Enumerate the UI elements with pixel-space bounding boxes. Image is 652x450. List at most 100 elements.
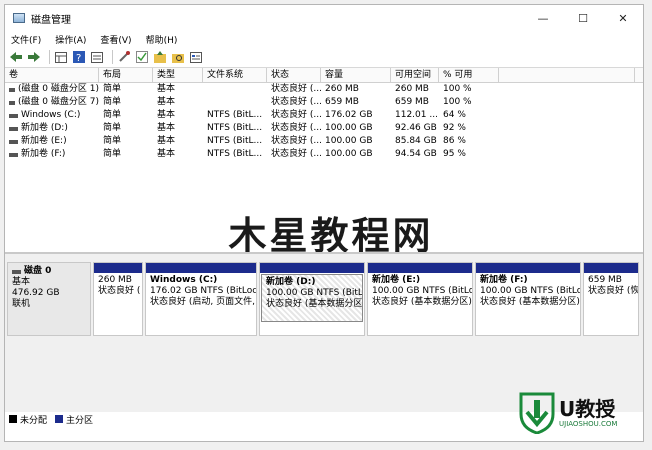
cell-free: 92.46 GB: [395, 123, 437, 133]
partition-bar: [260, 263, 364, 273]
column-capacity[interactable]: 容量: [321, 68, 391, 82]
partition-block[interactable]: Windows (C:) 176.02 GB NTFS (BitLocke 状态良好…: [145, 262, 257, 336]
cell-free: 85.84 GB: [395, 136, 437, 146]
partition-status: 状态良好 (基本数据分区): [372, 297, 472, 307]
partition-status: 状态良好 (基本数据分区): [266, 299, 363, 309]
column-filesystem[interactable]: 文件系统: [203, 68, 267, 82]
cell-layout: 简单: [103, 97, 122, 107]
cell-pct: 86 %: [443, 136, 466, 146]
table-row[interactable]: 新加卷 (F:) 简单 基本 NTFS (BitL... 状态良好 (... 100.00…: [5, 148, 643, 161]
toolbar: ?: [5, 47, 643, 68]
check-icon[interactable]: [135, 50, 149, 64]
folder-up-icon[interactable]: [153, 50, 167, 64]
cell-free: 94.54 GB: [395, 149, 437, 159]
cell-capacity: 100.00 GB: [325, 136, 373, 146]
volume-icon: [9, 126, 18, 131]
menu-action[interactable]: 操作(A): [55, 33, 86, 46]
partition-block[interactable]: 新加卷 (E:) 100.00 GB NTFS (BitLocl 状态良好 (基本数…: [367, 262, 473, 336]
cell-type: 基本: [157, 84, 176, 94]
connect-icon[interactable]: [117, 50, 131, 64]
legend-unallocated: 未分配: [9, 413, 47, 426]
column-status[interactable]: 状态: [267, 68, 321, 82]
disk-map: 磁盘 0 基本 476.92 GB 联机 260 MB 状态良好 (Windows…: [5, 252, 643, 426]
cell-vol: 新加卷 (F:): [5, 148, 99, 161]
partition-block[interactable]: 新加卷 (F:) 100.00 GB NTFS (BitLocl 状态良好 (基本数…: [475, 262, 581, 336]
forward-icon[interactable]: [27, 50, 41, 64]
column-blank: [499, 68, 635, 82]
column-layout[interactable]: 布局: [99, 68, 153, 82]
cell-type: 基本: [157, 123, 176, 133]
cell-status: 状态良好 (...: [271, 123, 321, 133]
cell-status: 状态良好 (...: [271, 149, 321, 159]
cell-fs: NTFS (BitL...: [207, 123, 263, 133]
window-title: 磁盘管理: [31, 14, 71, 26]
cell-capacity: 659 MB: [325, 97, 359, 107]
cell-capacity: 100.00 GB: [325, 123, 373, 133]
cell-pct: 100 %: [443, 84, 472, 94]
cell-type: 基本: [157, 97, 176, 107]
folder-search-icon[interactable]: [171, 50, 185, 64]
cell-fs: NTFS (BitL...: [207, 149, 263, 159]
cell-status: 状态良好 (...: [271, 136, 321, 146]
menu-bar: 文件(F) 操作(A) 查看(V) 帮助(H): [5, 31, 643, 47]
column-volume[interactable]: 卷: [5, 68, 99, 82]
partition-size: 176.02 GB NTFS (BitLocke: [150, 286, 256, 296]
legend-primary: 主分区: [55, 413, 93, 426]
table-row[interactable]: (磁盘 0 磁盘分区 7) 简单 基本 状态良好 (... 659 MB 659 MB 10…: [5, 96, 643, 109]
disk-type: 基本: [12, 277, 31, 287]
close-button[interactable]: ✕: [603, 5, 643, 31]
title-bar[interactable]: 磁盘管理 — ☐ ✕: [5, 5, 643, 31]
menu-view[interactable]: 查看(V): [100, 33, 131, 46]
cell-free: 659 MB: [395, 97, 429, 107]
column-free-space[interactable]: 可用空间: [391, 68, 439, 82]
minimize-button[interactable]: —: [523, 5, 563, 31]
grid-icon[interactable]: [54, 50, 68, 64]
cell-layout: 简单: [103, 84, 122, 94]
partition-block[interactable]: 260 MB 状态良好 (: [93, 262, 143, 336]
volume-icon: [9, 113, 18, 118]
menu-help[interactable]: 帮助(H): [146, 33, 178, 46]
volume-icon: [9, 139, 18, 144]
cell-pct: 100 %: [443, 97, 472, 107]
disk-size: 476.92 GB: [12, 288, 60, 298]
table-row[interactable]: 新加卷 (D:) 简单 基本 NTFS (BitL... 状态良好 (... 100.00…: [5, 122, 643, 135]
cell-fs: [203, 83, 267, 96]
cell-type: 基本: [157, 136, 176, 146]
table-row[interactable]: (磁盘 0 磁盘分区 1) 简单 基本 状态良好 (... 260 MB 260 MB 10…: [5, 83, 643, 96]
menu-file[interactable]: 文件(F): [11, 33, 41, 46]
cell-vol: (磁盘 0 磁盘分区 7): [5, 96, 99, 109]
partition-bar: [146, 263, 256, 273]
table-row[interactable]: Windows (C:) 简单 基本 NTFS (BitL... 状态良好 (... 17…: [5, 109, 643, 122]
maximize-button[interactable]: ☐: [563, 5, 603, 31]
column-type[interactable]: 类型: [153, 68, 203, 82]
cell-type: 基本: [157, 149, 176, 159]
cell-layout: 简单: [103, 149, 122, 159]
back-icon[interactable]: [9, 50, 23, 64]
partition-status: 状态良好 (基本数据分区): [480, 297, 580, 307]
legend: 未分配 主分区: [9, 412, 101, 426]
column-percent-free[interactable]: % 可用: [439, 68, 499, 82]
help-icon[interactable]: ?: [72, 50, 86, 64]
partition-bar: [94, 263, 142, 273]
cell-vol: Windows (C:): [5, 109, 99, 122]
properties-icon[interactable]: [189, 50, 203, 64]
cell-vol: 新加卷 (E:): [5, 135, 99, 148]
partition-size: 659 MB: [588, 275, 622, 285]
partition-block[interactable]: 新加卷 (D:)100.00 GB NTFS (BitLocl状态良好 (基本数…: [259, 262, 365, 336]
partition-name: 新加卷 (E:): [372, 275, 421, 285]
disk-label[interactable]: 磁盘 0 基本 476.92 GB 联机: [7, 262, 91, 336]
table-row[interactable]: 新加卷 (E:) 简单 基本 NTFS (BitL... 状态良好 (... 100.00…: [5, 135, 643, 148]
cell-status: 状态良好 (...: [271, 97, 321, 107]
volume-icon: [9, 87, 15, 92]
cell-status: 状态良好 (...: [271, 84, 321, 94]
cell-status: 状态良好 (...: [271, 110, 321, 120]
partition-bar: [476, 263, 580, 273]
cell-vol: 新加卷 (D:): [5, 122, 99, 135]
site-logo: U教授 UJIAOSHOU.COM: [519, 391, 637, 435]
partition-block[interactable]: 659 MB 状态良好 (恢: [583, 262, 639, 336]
partition-bar: [584, 263, 638, 273]
disk-status: 联机: [12, 299, 31, 309]
cell-layout: 简单: [103, 110, 122, 120]
volume-icon: [9, 152, 18, 157]
list-icon[interactable]: [90, 50, 104, 64]
